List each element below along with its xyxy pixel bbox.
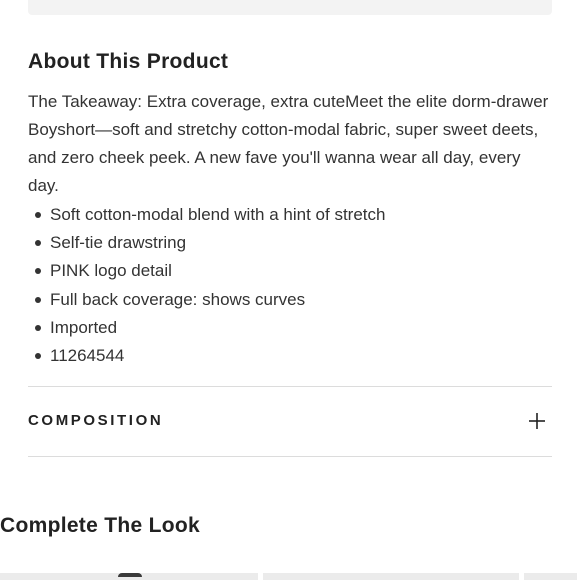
complete-the-look-carousel (0, 573, 577, 580)
list-item: Soft cotton-modal blend with a hint of s… (28, 201, 552, 229)
product-item-number: 11264544 (50, 346, 125, 366)
feature-text: Soft cotton-modal blend with a hint of s… (50, 205, 386, 224)
bullet-icon (35, 353, 41, 360)
feature-text: Full back coverage: shows curves (50, 289, 306, 309)
list-item: Imported (28, 314, 552, 342)
product-description: The Takeaway: Extra coverage, extra cute… (28, 92, 549, 195)
bullet-icon (35, 212, 41, 218)
product-details-page: About This Product The Takeaway: Extra c… (0, 0, 577, 580)
bullet-icon (35, 268, 41, 275)
complete-the-look-heading: Complete The Look (0, 514, 200, 537)
feature-text: PINK logo detail (50, 261, 172, 281)
product-card[interactable] (524, 573, 577, 580)
product-card[interactable] (0, 573, 258, 580)
about-product-heading: About This Product (28, 50, 229, 73)
feature-text: Self-tie drawstring (50, 233, 187, 253)
list-item: Full back coverage: shows curves (28, 286, 552, 314)
bullet-icon (35, 296, 41, 303)
list-item: 11264544 (28, 342, 552, 370)
feature-text: Imported (50, 317, 118, 337)
plus-icon[interactable] (528, 412, 546, 430)
previous-section-panel (28, 0, 552, 15)
composition-accordion-toggle[interactable]: COMPOSITION (28, 387, 552, 456)
list-item: Self-tie drawstring (28, 229, 552, 257)
composition-label: COMPOSITION (28, 412, 164, 429)
bullet-icon (35, 324, 41, 331)
product-image (118, 573, 142, 577)
product-card[interactable] (263, 573, 519, 580)
bullet-icon (35, 240, 41, 247)
list-item: PINK logo detail (28, 257, 552, 285)
divider (28, 456, 552, 457)
product-feature-list: Soft cotton-modal blend with a hint of s… (28, 201, 552, 370)
